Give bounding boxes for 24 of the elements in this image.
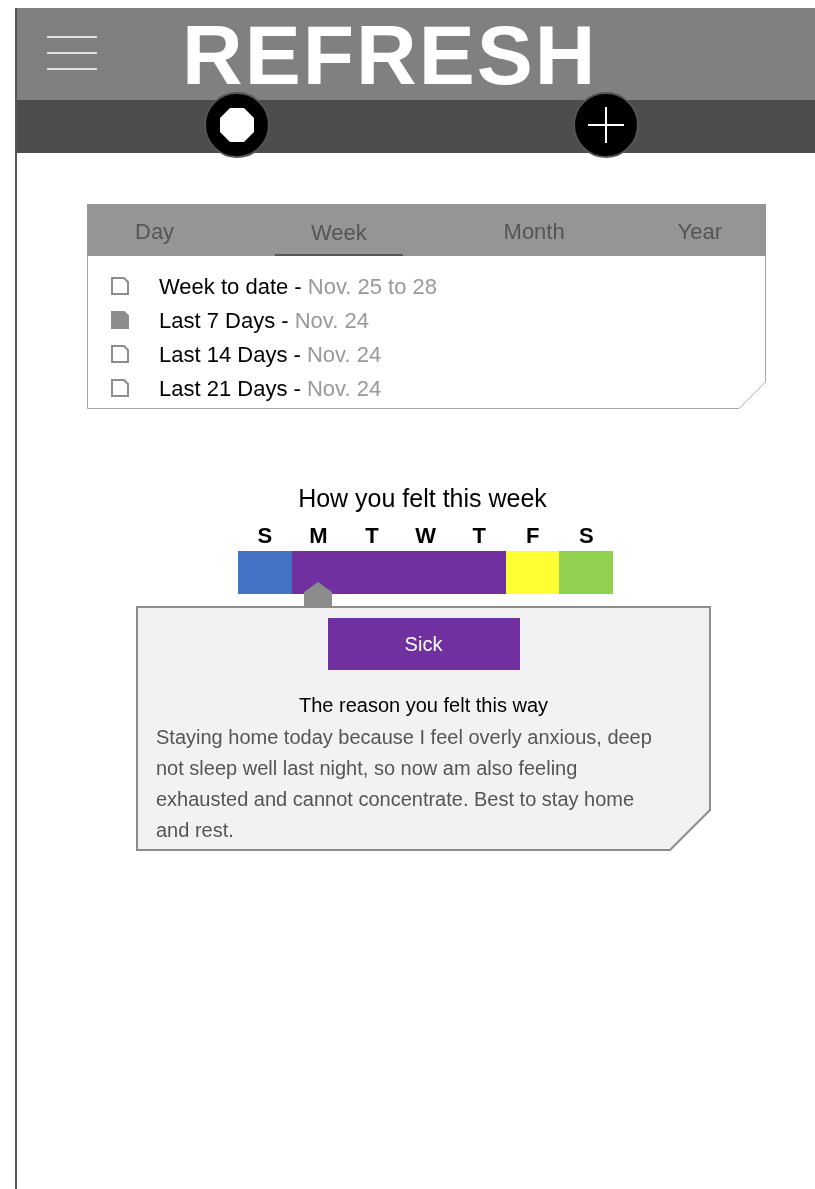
mood-label: Sick (327, 618, 520, 670)
day-letter: T (471, 522, 487, 550)
range-option[interactable]: Last 21 Days - Nov. 24 (159, 371, 382, 405)
range-option[interactable]: Week to date - Nov. 25 to 28 (159, 269, 437, 303)
range-option[interactable]: Last 14 Days - Nov. 24 (159, 337, 382, 371)
menu-icon[interactable] (47, 35, 97, 71)
day-letter: T (364, 522, 380, 550)
reason-title: The reason you felt this way (299, 693, 548, 718)
plus-icon (588, 107, 624, 143)
day-letter: S (256, 522, 274, 550)
checkbox[interactable] (111, 277, 129, 295)
checkbox[interactable] (111, 379, 129, 397)
reason-text: Staying home today because I feel overly anxious, deep not sleep well last night, so now am also feeling exhausted and cannot concentrate. Best to stay home and rest. (156, 725, 653, 843)
day-letter: W (414, 522, 437, 550)
app-title: REFRESH (182, 10, 598, 100)
stop-icon (220, 108, 254, 142)
range-option[interactable]: Last 7 Days - Nov. 24 (159, 303, 369, 337)
day-segment[interactable] (505, 551, 560, 594)
checkbox[interactable] (111, 345, 129, 363)
day-letter: F (524, 522, 541, 550)
checkbox[interactable] (111, 311, 129, 329)
section-title: How you felt this week (298, 483, 547, 513)
day-letter: M (308, 522, 329, 550)
day-letter: S (577, 522, 595, 550)
